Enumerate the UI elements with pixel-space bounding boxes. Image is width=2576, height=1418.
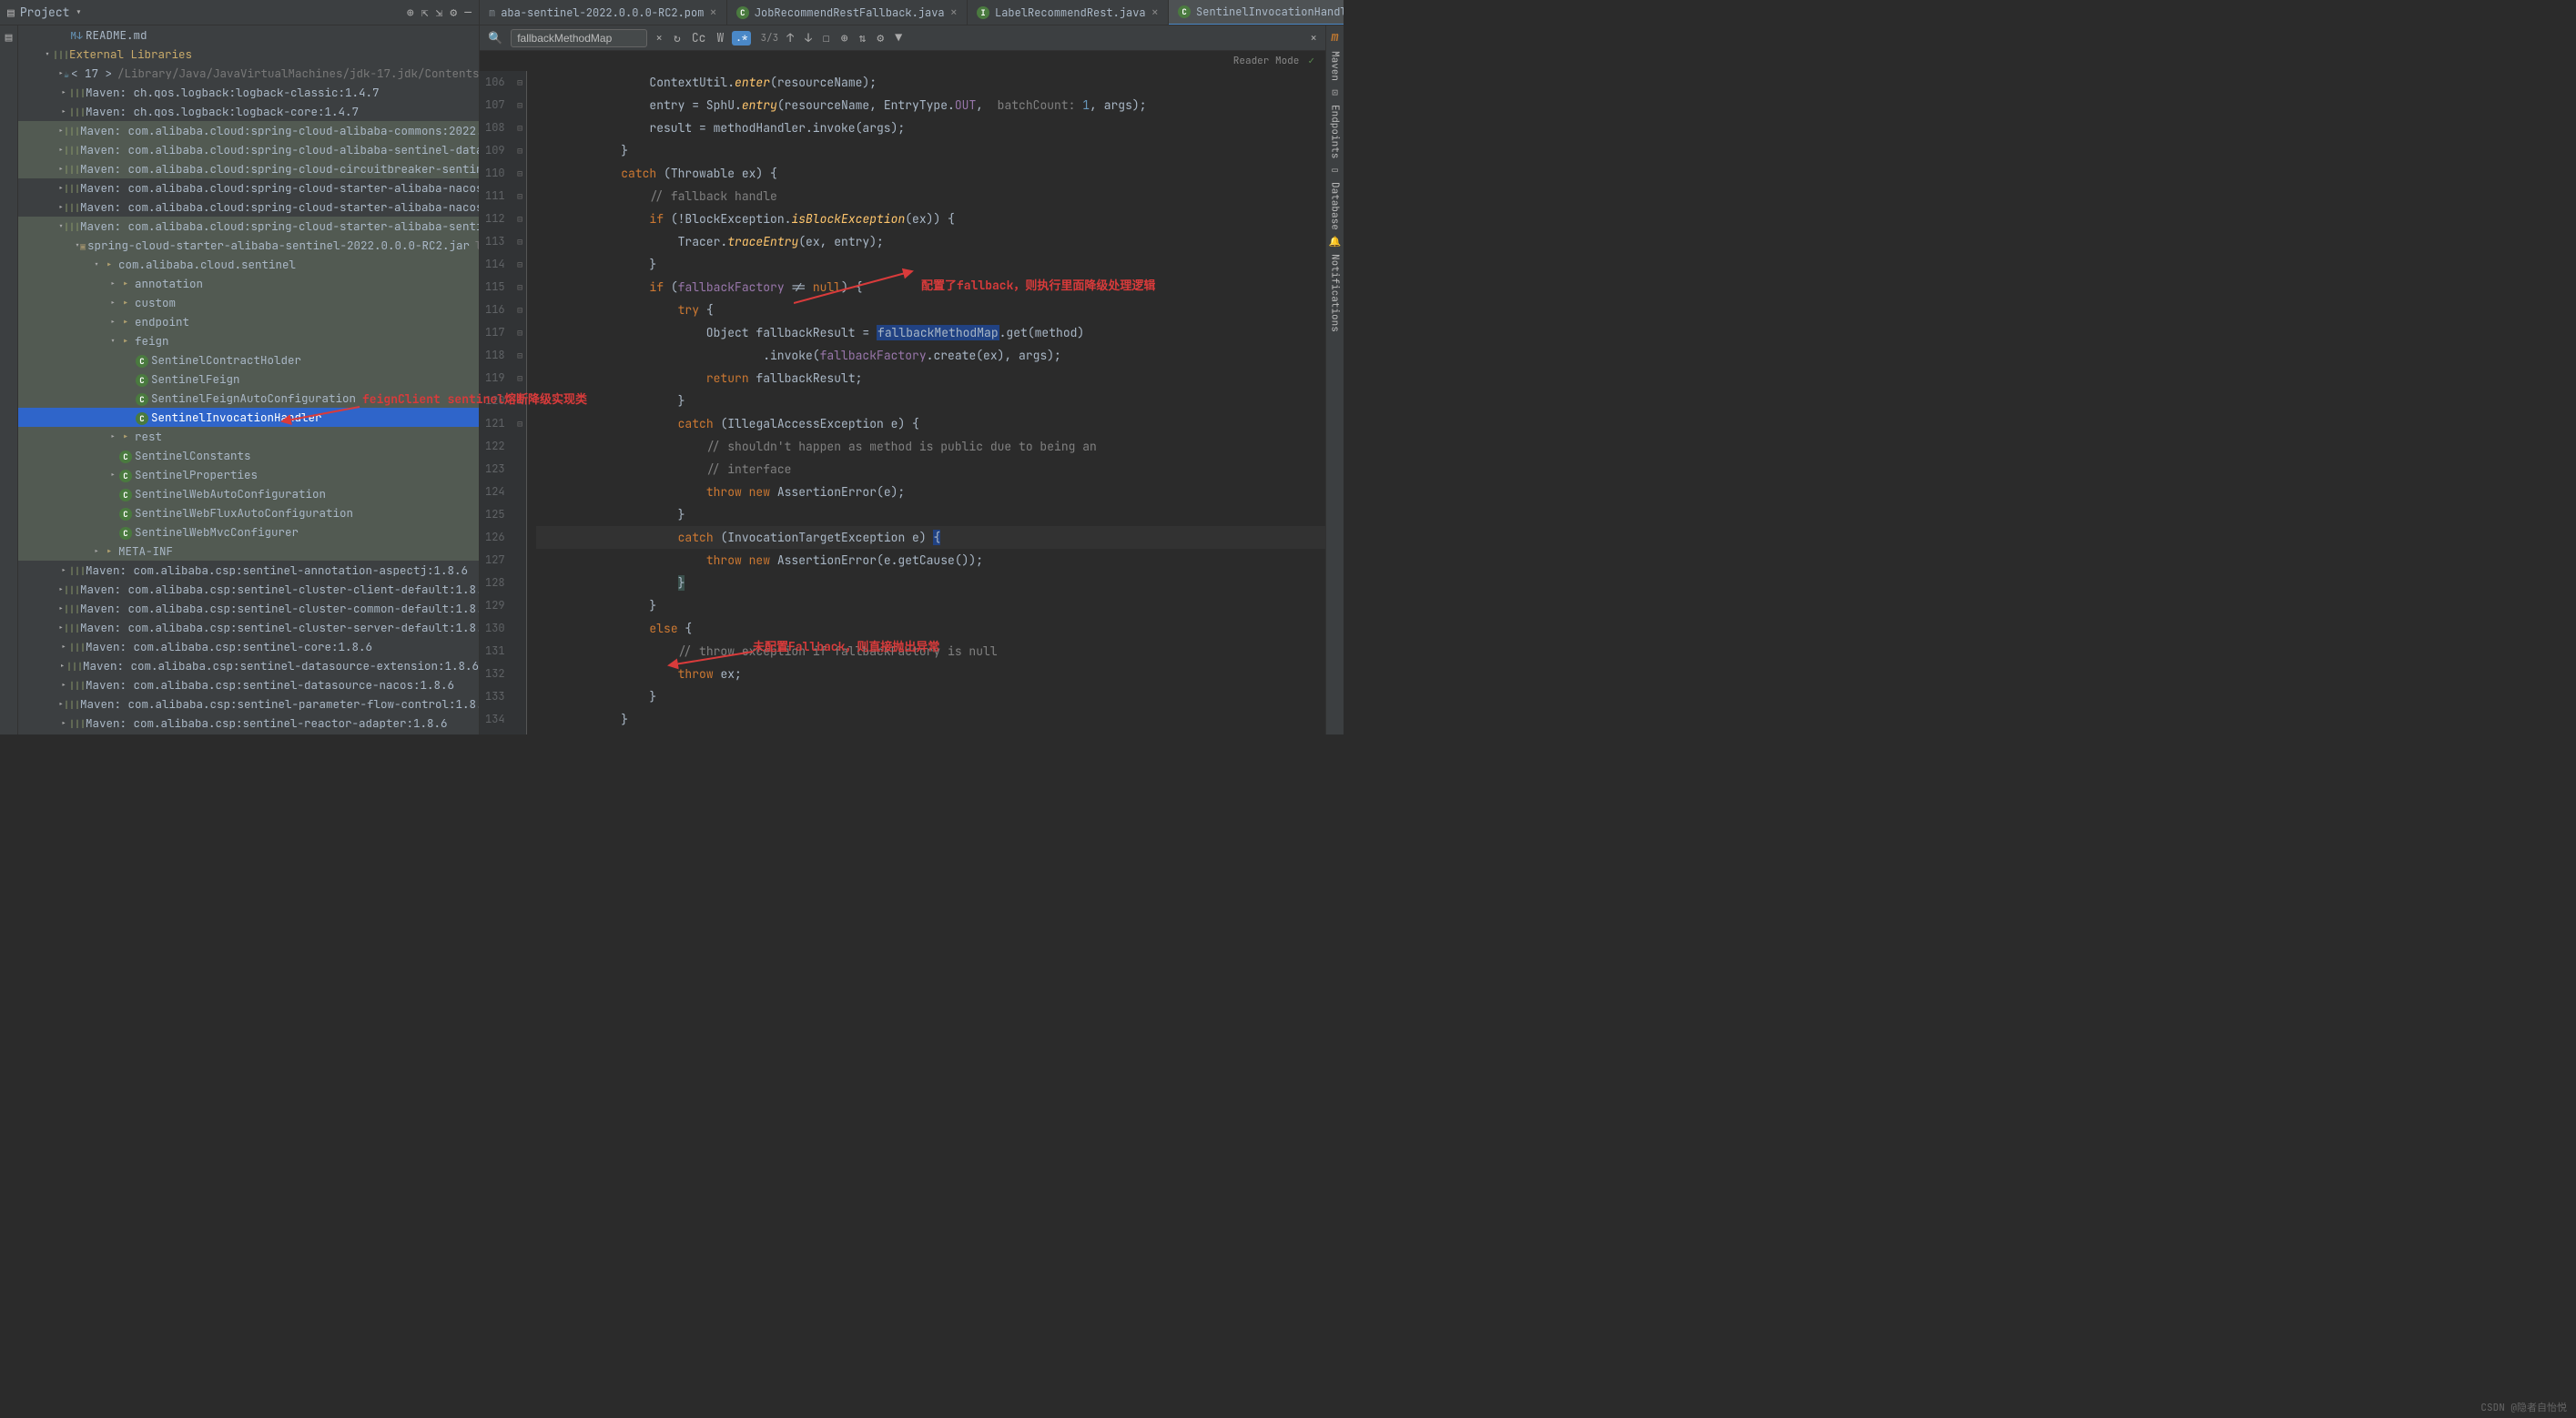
tree-item[interactable]: ▾|||External Libraries — [18, 45, 479, 64]
tree-item[interactable]: ▸|||Maven: com.alibaba.csp:sentinel-para… — [18, 694, 479, 714]
tree-item[interactable]: ▾|||Maven: com.alibaba.cloud:spring-clou… — [18, 217, 479, 236]
notifications-tool[interactable]: Notifications — [1329, 250, 1342, 336]
tree-item[interactable]: ▸▸custom — [18, 293, 479, 312]
tree-item[interactable]: ▸|||Maven: com.alibaba.csp:sentinel-reac… — [18, 714, 479, 733]
tree-item[interactable]: CSentinelInvocationHandler — [18, 408, 479, 427]
search-icon[interactable]: 🔍 — [485, 30, 505, 46]
tree-item[interactable]: ▸|||Maven: ch.qos.logback:logback-core:1… — [18, 102, 479, 121]
class-icon: C — [736, 6, 749, 19]
database-tool[interactable]: Database — [1329, 178, 1342, 234]
project-panel-header: ▤ Project ▾ ⊕ ⇱ ⇲ ⚙ — — [0, 0, 480, 25]
tree-item[interactable]: CSentinelConstants — [18, 446, 479, 465]
tree-item[interactable]: ▸▸annotation — [18, 274, 479, 293]
match-case-icon[interactable]: Cc — [689, 30, 709, 46]
select-all-icon[interactable]: ☐ — [820, 30, 833, 46]
tree-item[interactable]: ▸|||Maven: com.alibaba.csp:sentinel-data… — [18, 675, 479, 694]
structure-icon[interactable]: ▤ — [5, 29, 13, 45]
search-input[interactable] — [511, 29, 647, 47]
line-gutter: 1061071081091101111121131141151161171181… — [480, 71, 514, 734]
regex-icon[interactable]: .* — [732, 31, 751, 46]
tree-item[interactable]: ▸▸endpoint — [18, 312, 479, 331]
collapse-icon[interactable]: ⇱ — [421, 5, 429, 20]
close-icon[interactable]: × — [950, 5, 958, 21]
endpoints-icon[interactable]: ⊡ — [1332, 86, 1338, 99]
tree-item[interactable]: M↓README.md — [18, 25, 479, 45]
left-tool-strip: ▤ — [0, 25, 18, 734]
tree-item[interactable]: ▸CSentinelProperties — [18, 465, 479, 484]
code-editor[interactable]: ContextUtil.enter(resourceName); entry =… — [527, 71, 1325, 734]
tree-item[interactable]: ▸|||Maven: com.alibaba.csp:sentinel-clus… — [18, 618, 479, 637]
tree-item[interactable]: CSentinelFeignAutoConfiguration — [18, 389, 479, 408]
project-title[interactable]: Project — [20, 5, 70, 20]
tree-item[interactable]: CSentinelWebAutoConfiguration — [18, 484, 479, 503]
tree-item[interactable]: ▸|||Maven: com.alibaba.cloud:spring-clou… — [18, 159, 479, 178]
tree-item[interactable]: ▸|||Maven: com.alibaba.csp:sentinel-anno… — [18, 561, 479, 580]
fold-strip[interactable]: ⊟⊟⊟⊟⊟⊟⊟⊟⊟⊟⊟⊟⊟⊟⊟⊟ — [514, 71, 527, 734]
tree-item[interactable]: ▸|||Maven: com.alibaba.csp:sentinel-clus… — [18, 580, 479, 599]
tree-item[interactable]: ▸|||Maven: com.alibaba.cloud:spring-clou… — [18, 178, 479, 198]
tab-jobfallback[interactable]: C JobRecommendRestFallback.java × — [727, 0, 968, 25]
tree-item[interactable]: ▸|||Maven: com.alibaba.csp:sentinel-clus… — [18, 599, 479, 618]
search-count: 3/3 — [760, 32, 778, 45]
close-icon[interactable]: × — [709, 5, 716, 21]
tab-labelrest[interactable]: I LabelRecommendRest.java × — [968, 0, 1169, 25]
class-icon: C — [1178, 5, 1191, 18]
hide-icon[interactable]: — — [464, 5, 472, 20]
tab-pom[interactable]: m aba-sentinel-2022.0.0.0-RC2.pom × — [480, 0, 727, 25]
maven-tool[interactable]: Maven — [1329, 47, 1342, 85]
watermark: CSDN @隐者自怡悦 — [2480, 1400, 2567, 1414]
toggle-icon[interactable]: ⇅ — [857, 30, 869, 46]
tree-item[interactable]: ▸☕< 17 >/Library/Java/JavaVirtualMachine… — [18, 64, 479, 83]
filter-icon[interactable]: ▼ — [892, 30, 905, 46]
settings-icon[interactable]: ⚙ — [874, 30, 887, 46]
tree-item[interactable]: ▸|||Maven: com.alibaba.cloud:spring-clou… — [18, 140, 479, 159]
close-search-icon[interactable]: × — [1307, 30, 1320, 46]
tree-item[interactable]: CSentinelWebFluxAutoConfiguration — [18, 503, 479, 522]
locate-icon[interactable]: ⊕ — [407, 5, 414, 20]
tree-item[interactable]: ▸|||Maven: com.alibaba.cloud:spring-clou… — [18, 198, 479, 217]
interface-icon: I — [977, 6, 989, 19]
notifications-icon[interactable]: 🔔 — [1329, 236, 1342, 248]
prev-match-icon[interactable]: ↑ — [784, 30, 796, 46]
tree-item[interactable]: CSentinelContractHolder — [18, 350, 479, 370]
maven-tool-icon[interactable]: m — [1331, 29, 1338, 46]
next-match-icon[interactable]: ↓ — [802, 30, 815, 46]
tree-item[interactable]: ▸▸META-INF — [18, 542, 479, 561]
add-selection-icon[interactable]: ⊕ — [838, 30, 851, 46]
tree-item[interactable]: ▸|||Maven: ch.qos.logback:logback-classi… — [18, 83, 479, 102]
tree-item[interactable]: ▸|||Maven: com.alibaba.csp:sentinel-core… — [18, 637, 479, 656]
database-icon[interactable]: ▭ — [1332, 164, 1338, 177]
expand-icon[interactable]: ⇲ — [436, 5, 443, 20]
maven-icon: m — [489, 5, 495, 20]
tree-item[interactable]: ▸▸rest — [18, 427, 479, 446]
tab-sentinel-handler[interactable]: C SentinelInvocationHandler.java × — [1169, 0, 1344, 25]
words-icon[interactable]: W — [714, 30, 726, 46]
gear-icon[interactable]: ⚙ — [450, 5, 457, 20]
clear-icon[interactable]: × — [653, 30, 665, 46]
tree-item[interactable]: ▸|||Maven: com.alibaba.csp:sentinel-data… — [18, 656, 479, 675]
find-bar: 🔍 × ↻ Cc W .* 3/3 ↑ ↓ ☐ ⊕ ⇅ ⚙ ▼ × — [480, 25, 1325, 51]
project-tree[interactable]: M↓README.md▾|||External Libraries▸☕< 17 … — [18, 25, 480, 734]
editor-tabs: m aba-sentinel-2022.0.0.0-RC2.pom × C Jo… — [480, 0, 1344, 25]
tree-item[interactable]: ▾▸com.alibaba.cloud.sentinel — [18, 255, 479, 274]
check-icon[interactable]: ✓ — [1308, 55, 1314, 67]
tree-item[interactable]: CSentinelFeign — [18, 370, 479, 389]
reader-mode-link[interactable]: Reader Mode — [1233, 55, 1300, 67]
tree-item[interactable]: CSentinelWebMvcConfigurer — [18, 522, 479, 542]
tree-item[interactable]: ▾▣spring-cloud-starter-alibaba-sentinel-… — [18, 236, 479, 255]
tree-item[interactable]: ▸|||Maven: com.alibaba.cloud:spring-clou… — [18, 121, 479, 140]
history-icon[interactable]: ↻ — [671, 30, 684, 46]
right-tool-strip: m Maven ⊡ Endpoints ▭ Database 🔔 Notific… — [1325, 25, 1344, 734]
tree-item[interactable]: ▾▸feign — [18, 331, 479, 350]
close-icon[interactable]: × — [1151, 5, 1159, 21]
endpoints-tool[interactable]: Endpoints — [1329, 101, 1342, 162]
